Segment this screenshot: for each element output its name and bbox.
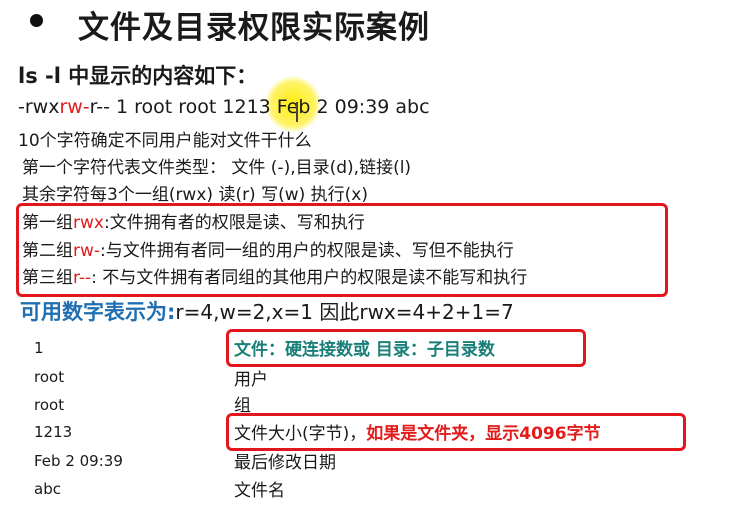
table-key-2: root	[34, 368, 65, 386]
group-2-code: rw-	[73, 241, 101, 261]
page-title: 文件及目录权限实际案例	[78, 10, 430, 46]
desc-line-2: 第一个字符代表文件类型： 文件 (-),目录(d),链接(l)	[22, 158, 412, 178]
desc-line-1: 10个字符确定不同用户能对文件干什么	[18, 131, 312, 151]
group-3-text: : 不与文件拥有者同组的其他用户的权限是读不能写和执行	[91, 268, 528, 288]
group-2: 第二组rw-:与文件拥有者同一组的用户的权限是读、写但不能执行	[22, 236, 514, 261]
perm-owner: -rwx	[18, 96, 60, 118]
group-3-code: r--	[73, 268, 92, 288]
group-1-text: :文件拥有者的权限是读、写和执行	[103, 213, 365, 233]
table-desc-5: 最后修改日期	[234, 453, 336, 473]
table-desc-4: 文件大小(字节)，如果是文件夹，显示4096字节	[234, 419, 601, 444]
group-1: 第一组rwx:文件拥有者的权限是读、写和执行	[22, 208, 365, 233]
perm-group: rw-	[59, 96, 90, 118]
table-desc-2: 用户	[234, 370, 268, 390]
desc-line-3: 其余字符每3个一组(rwx) 读(r) 写(w) 执行(x)	[22, 185, 368, 205]
group-3: 第三组r--: 不与文件拥有者同组的其他用户的权限是读不能写和执行	[22, 263, 527, 288]
text-cursor	[296, 102, 298, 122]
numeric-line: 可用数字表示为:r=4,w=2,x=1 因此rwx=4+2+1=7	[20, 296, 514, 326]
group-2-text: :与文件拥有者同一组的用户的权限是读、写但不能执行	[100, 241, 514, 261]
table-desc-1: 文件：硬连接数或 目录：子目录数	[234, 340, 495, 360]
table-key-3: root	[34, 396, 65, 414]
group-2-prefix: 第二组	[22, 241, 73, 261]
table-key-4: 1213	[34, 423, 73, 441]
table-key-5: Feb 2 09:39	[34, 452, 123, 470]
numeric-formula: r=4,w=2,x=1 因此rwx=4+2+1=7	[175, 300, 514, 324]
bullet-dot	[30, 14, 43, 27]
table-key-1: 1	[34, 339, 44, 357]
permission-line: -rwxrw-r-- 1 root root 1213 Feb 2 09:39 …	[18, 96, 430, 118]
group-3-prefix: 第三组	[22, 268, 73, 288]
perm-rest: r-- 1 root root 1213 Feb 2 09:39 abc	[89, 96, 430, 118]
group-1-prefix: 第一组	[22, 213, 73, 233]
group-1-code: rwx	[73, 213, 104, 233]
table-desc-6: 文件名	[234, 481, 285, 501]
table-key-6: abc	[34, 480, 61, 498]
table-desc-4-main: 文件大小(字节)，	[234, 424, 367, 444]
subtitle: ls -l 中显示的内容如下：	[18, 64, 258, 88]
numeric-label: 可用数字表示为:	[20, 300, 176, 324]
table-desc-4-red: 如果是文件夹，显示4096字节	[366, 424, 601, 444]
